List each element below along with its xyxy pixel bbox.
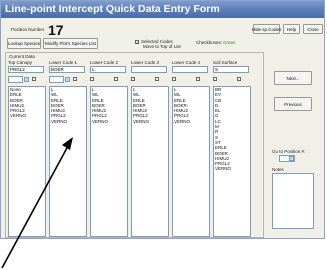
- annotation-arrow: [1, 137, 73, 269]
